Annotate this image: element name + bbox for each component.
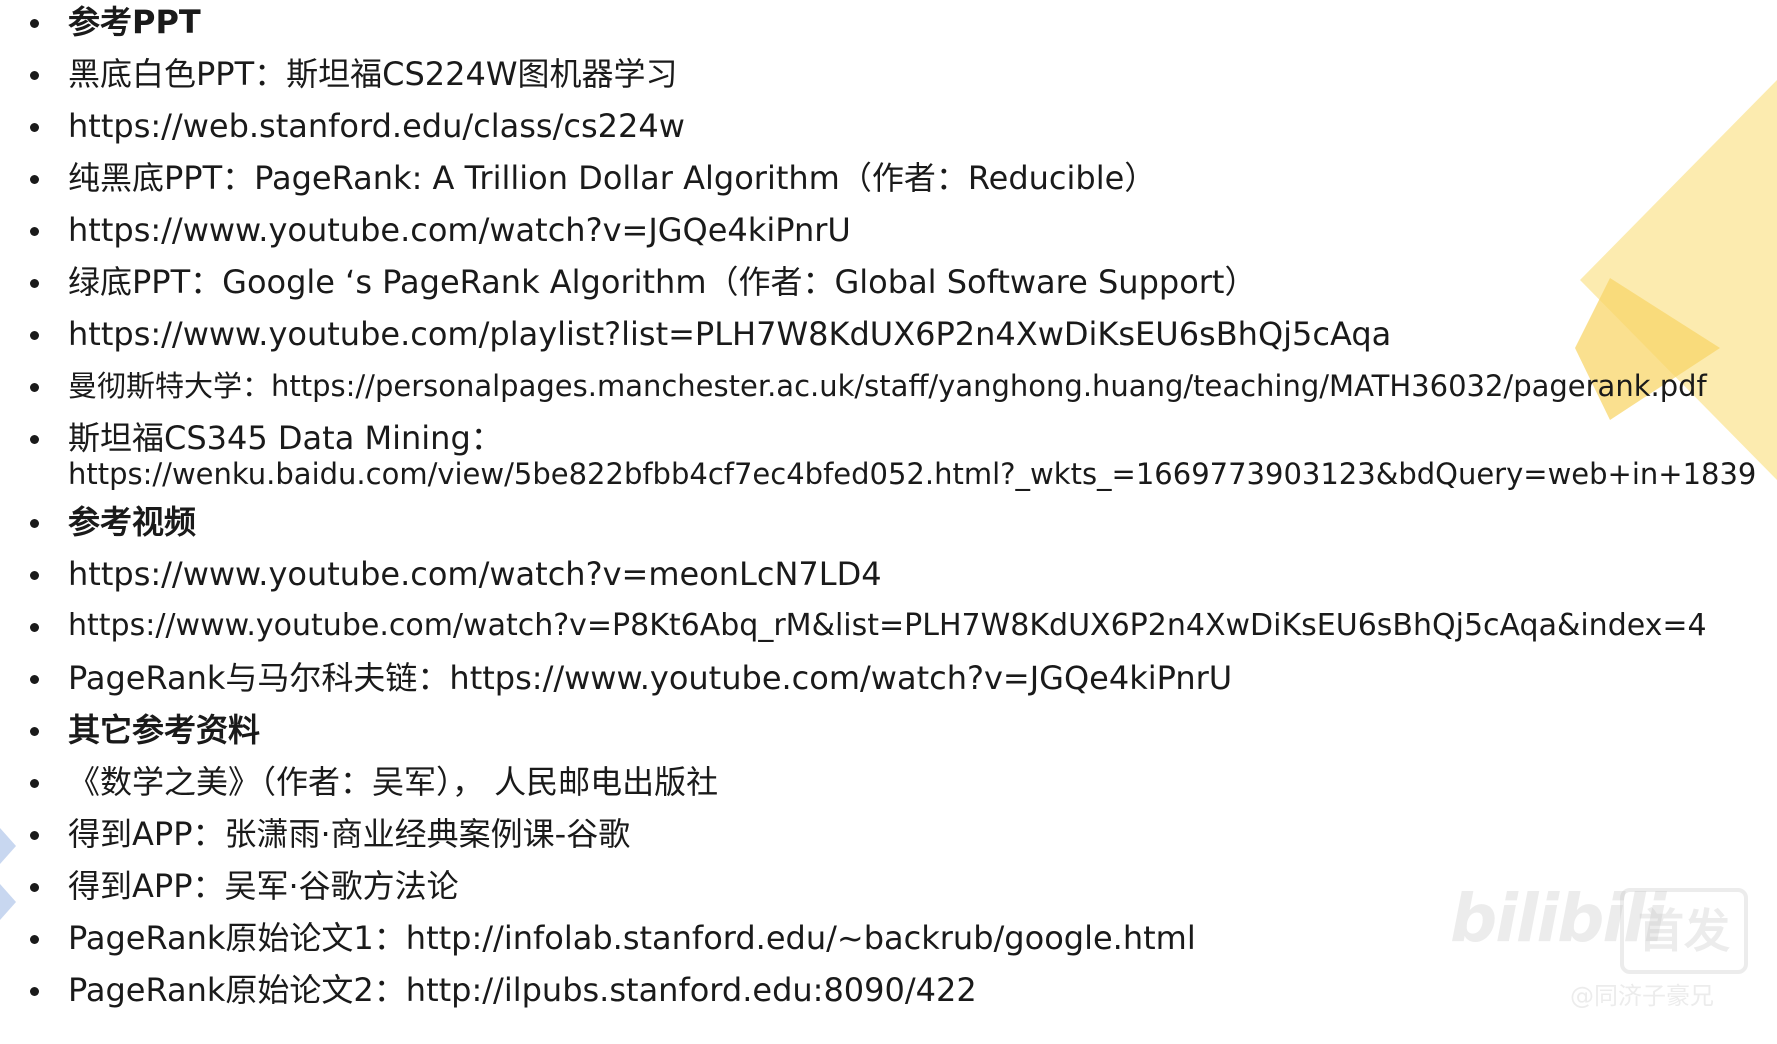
item-text: https://www.youtube.com/watch?v=meonLcN7… xyxy=(68,556,1757,592)
item-text: https://www.youtube.com/watch?v=JGQe4kiP… xyxy=(68,212,1757,248)
item-line: https://www.youtube.com/watch?v=JGQe4kiP… xyxy=(68,211,851,249)
item-text: 其它参考资料 xyxy=(68,712,1757,748)
item-line: 《数学之美》（作者：吴军）， 人民邮电出版社 xyxy=(68,763,719,801)
bullet-icon xyxy=(30,279,39,288)
list-item: PageRank与马尔科夫链：https://www.youtube.com/w… xyxy=(0,660,1777,708)
bullet-icon xyxy=(30,831,39,840)
item-line: 参考PPT xyxy=(68,3,201,41)
item-line: https://www.youtube.com/watch?v=P8Kt6Abq… xyxy=(68,608,1707,643)
item-text: 参考视频 xyxy=(68,504,1757,540)
list-item: https://www.youtube.com/watch?v=meonLcN7… xyxy=(0,556,1777,604)
bullet-icon xyxy=(30,675,39,684)
bullet-icon xyxy=(30,123,39,132)
item-text: 得到APP：张潇雨·商业经典案例课-谷歌 xyxy=(68,816,1757,852)
list-item: 斯坦福CS345 Data Mining： https://wenku.baidu… xyxy=(0,420,1777,510)
bullet-icon xyxy=(30,623,39,632)
item-text: 参考PPT xyxy=(68,4,1757,40)
item-line: https://www.youtube.com/watch?v=meonLcN7… xyxy=(68,555,882,593)
item-text: 斯坦福CS345 Data Mining： https://wenku.baidu… xyxy=(68,420,1757,492)
list-item: https://www.youtube.com/watch?v=JGQe4kiP… xyxy=(0,212,1777,260)
list-item: https://www.youtube.com/watch?v=P8Kt6Abq… xyxy=(0,608,1777,656)
bullet-icon xyxy=(30,987,39,996)
list-item: 曼彻斯特大学：https://personalpages.manchester.… xyxy=(0,368,1777,416)
section-heading: 其它参考资料 xyxy=(0,712,1777,760)
bullet-icon xyxy=(30,727,39,736)
section-heading: 参考视频 xyxy=(0,504,1777,552)
item-line: 斯坦福CS345 Data Mining： xyxy=(68,419,503,457)
bullet-icon xyxy=(30,383,39,392)
item-line-2: https://wenku.baidu.com/view/5be822bfbb4… xyxy=(68,457,1757,491)
item-line: 曼彻斯特大学：https://personalpages.manchester.… xyxy=(68,369,1707,403)
item-line: 纯黑底PPT：PageRank: A Trillion Dollar Algor… xyxy=(68,159,1157,197)
bullet-icon xyxy=(30,19,39,28)
uploader-handle: @同济子豪兄 xyxy=(1570,982,1714,1010)
bullet-icon xyxy=(30,519,39,528)
item-line: 其它参考资料 xyxy=(68,711,261,749)
item-text: 黑底白色PPT：斯坦福CS224W图机器学习 xyxy=(68,56,1757,92)
bullet-icon xyxy=(30,883,39,892)
item-text: 绿底PPT：Google ‘s PageRank Algorithm（作者：Gl… xyxy=(68,264,1757,300)
item-line: 黑底白色PPT：斯坦福CS224W图机器学习 xyxy=(68,55,678,93)
first-release-badge: 首发 xyxy=(1620,888,1748,974)
item-line: https://www.youtube.com/playlist?list=PL… xyxy=(68,315,1392,353)
list-item: 绿底PPT：Google ‘s PageRank Algorithm（作者：Gl… xyxy=(0,264,1777,312)
item-text: 纯黑底PPT：PageRank: A Trillion Dollar Algor… xyxy=(68,160,1757,196)
item-text: PageRank与马尔科夫链：https://www.youtube.com/w… xyxy=(68,660,1757,696)
item-line: 得到APP：张潇雨·商业经典案例课-谷歌 xyxy=(68,815,631,853)
item-text: 《数学之美》（作者：吴军）， 人民邮电出版社 xyxy=(68,764,1757,800)
item-text: 曼彻斯特大学：https://personalpages.manchester.… xyxy=(68,368,1757,404)
bilibili-watermark: bilibili 首发 @同济子豪兄 xyxy=(1450,880,1748,1020)
bullet-icon xyxy=(30,331,39,340)
bullet-icon xyxy=(30,227,39,236)
bullet-icon xyxy=(30,779,39,788)
item-line: PageRank与马尔科夫链：https://www.youtube.com/w… xyxy=(68,659,1233,697)
list-item: 纯黑底PPT：PageRank: A Trillion Dollar Algor… xyxy=(0,160,1777,208)
list-item: 《数学之美》（作者：吴军）， 人民邮电出版社 xyxy=(0,764,1777,812)
list-item: https://www.youtube.com/playlist?list=PL… xyxy=(0,316,1777,364)
list-item: https://web.stanford.edu/class/cs224w xyxy=(0,108,1777,156)
section-heading: 参考PPT xyxy=(0,4,1777,52)
item-line: https://web.stanford.edu/class/cs224w xyxy=(68,107,685,145)
bullet-icon xyxy=(30,435,39,444)
list-item: 得到APP：张潇雨·商业经典案例课-谷歌 xyxy=(0,816,1777,864)
item-line: 参考视频 xyxy=(68,503,197,541)
item-text: https://www.youtube.com/playlist?list=PL… xyxy=(68,316,1757,352)
bullet-icon xyxy=(30,935,39,944)
bullet-icon xyxy=(30,175,39,184)
list-item: 黑底白色PPT：斯坦福CS224W图机器学习 xyxy=(0,56,1777,104)
bullet-icon xyxy=(30,71,39,80)
item-line: 绿底PPT：Google ‘s PageRank Algorithm（作者：Gl… xyxy=(68,263,1257,301)
item-text: https://www.youtube.com/watch?v=P8Kt6Abq… xyxy=(68,608,1757,644)
item-text: https://web.stanford.edu/class/cs224w xyxy=(68,108,1757,144)
bullet-icon xyxy=(30,571,39,580)
